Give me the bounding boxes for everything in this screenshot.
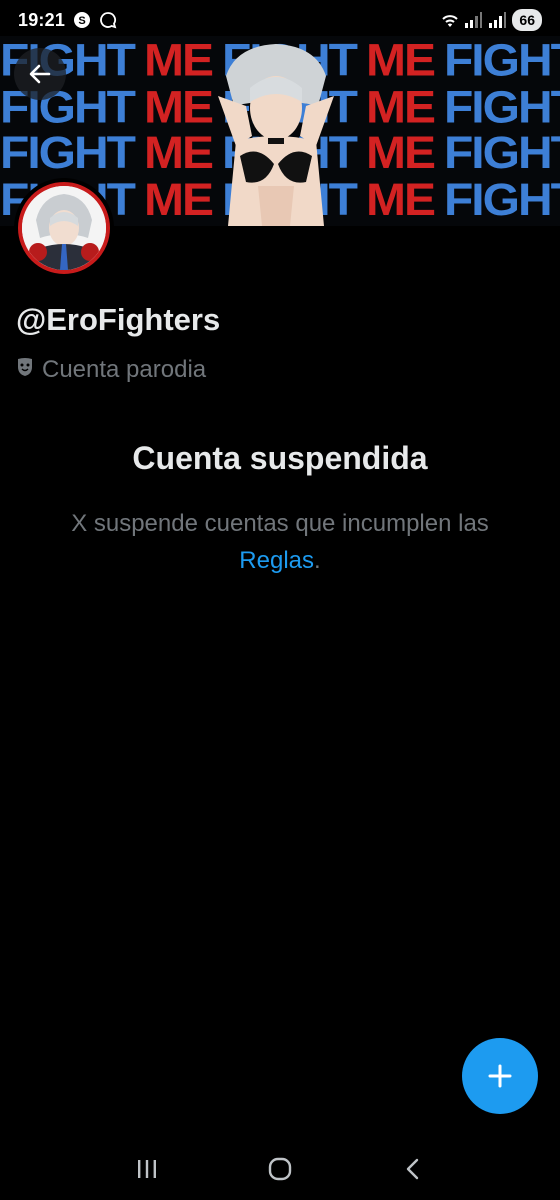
banner-word: ME xyxy=(365,175,436,226)
recent-apps-icon xyxy=(137,1160,156,1178)
chevron-left-icon xyxy=(407,1158,419,1180)
parody-label-text: Cuenta parodia xyxy=(42,356,207,383)
svg-text:S: S xyxy=(78,15,85,27)
rules-link[interactable]: Reglas xyxy=(239,547,314,574)
home-button[interactable] xyxy=(260,1149,300,1189)
shazam-icon: S xyxy=(73,11,91,29)
recent-apps-button[interactable] xyxy=(127,1149,167,1189)
back-button[interactable] xyxy=(14,48,66,100)
banner-word: FIGHT xyxy=(0,82,136,133)
suspended-title: Cuenta suspendida xyxy=(132,440,428,476)
suspended-message-text: X suspende cuentas que incumplen las xyxy=(71,510,489,537)
theater-mask-icon xyxy=(16,356,34,384)
profile-handle: @EroFighters xyxy=(16,302,221,337)
banner-word: ME xyxy=(143,128,214,180)
system-nav-bar xyxy=(0,1138,560,1200)
system-back-button[interactable] xyxy=(393,1149,433,1189)
wifi-icon xyxy=(440,11,459,29)
status-left: 19:21 S xyxy=(18,10,117,31)
battery-indicator: 66 xyxy=(512,9,542,31)
parody-account-label: Cuenta parodia xyxy=(16,356,206,384)
status-bar: 19:21 S 66 xyxy=(0,0,560,40)
chat-bubble-icon xyxy=(99,11,117,29)
signal-icon xyxy=(488,11,507,29)
banner-word: FIGHT xyxy=(443,128,560,180)
banner-word: FIGHT xyxy=(443,36,560,86)
status-time: 19:21 xyxy=(18,9,66,30)
compose-fab-button[interactable] xyxy=(462,1038,538,1114)
banner-word: ME xyxy=(365,82,436,133)
banner-word: ME xyxy=(143,175,214,226)
plus-icon xyxy=(488,1064,512,1088)
banner-word: FIGHT xyxy=(443,82,560,133)
banner-word: ME xyxy=(365,36,436,86)
avatar[interactable] xyxy=(14,178,114,278)
banner-character-illustration xyxy=(206,36,346,226)
status-right: 66 xyxy=(440,9,542,31)
home-icon xyxy=(268,1157,292,1181)
banner-word: ME xyxy=(143,36,214,86)
banner-word: ME xyxy=(365,128,436,180)
banner-word: FIGHT xyxy=(443,175,560,226)
banner-word: ME xyxy=(143,82,214,133)
suspended-message: X suspende cuentas que incumplen las Reg… xyxy=(40,505,520,579)
arrow-left-icon xyxy=(29,64,51,84)
suspended-message-suffix: . xyxy=(314,547,321,574)
signal-icon xyxy=(464,11,483,29)
screen: 19:21 S 66 FIGHT ME ME FIGH FIGHT ME ME … xyxy=(0,0,560,1200)
avatar-image xyxy=(18,182,110,274)
banner-word: FIGHT xyxy=(0,128,136,180)
